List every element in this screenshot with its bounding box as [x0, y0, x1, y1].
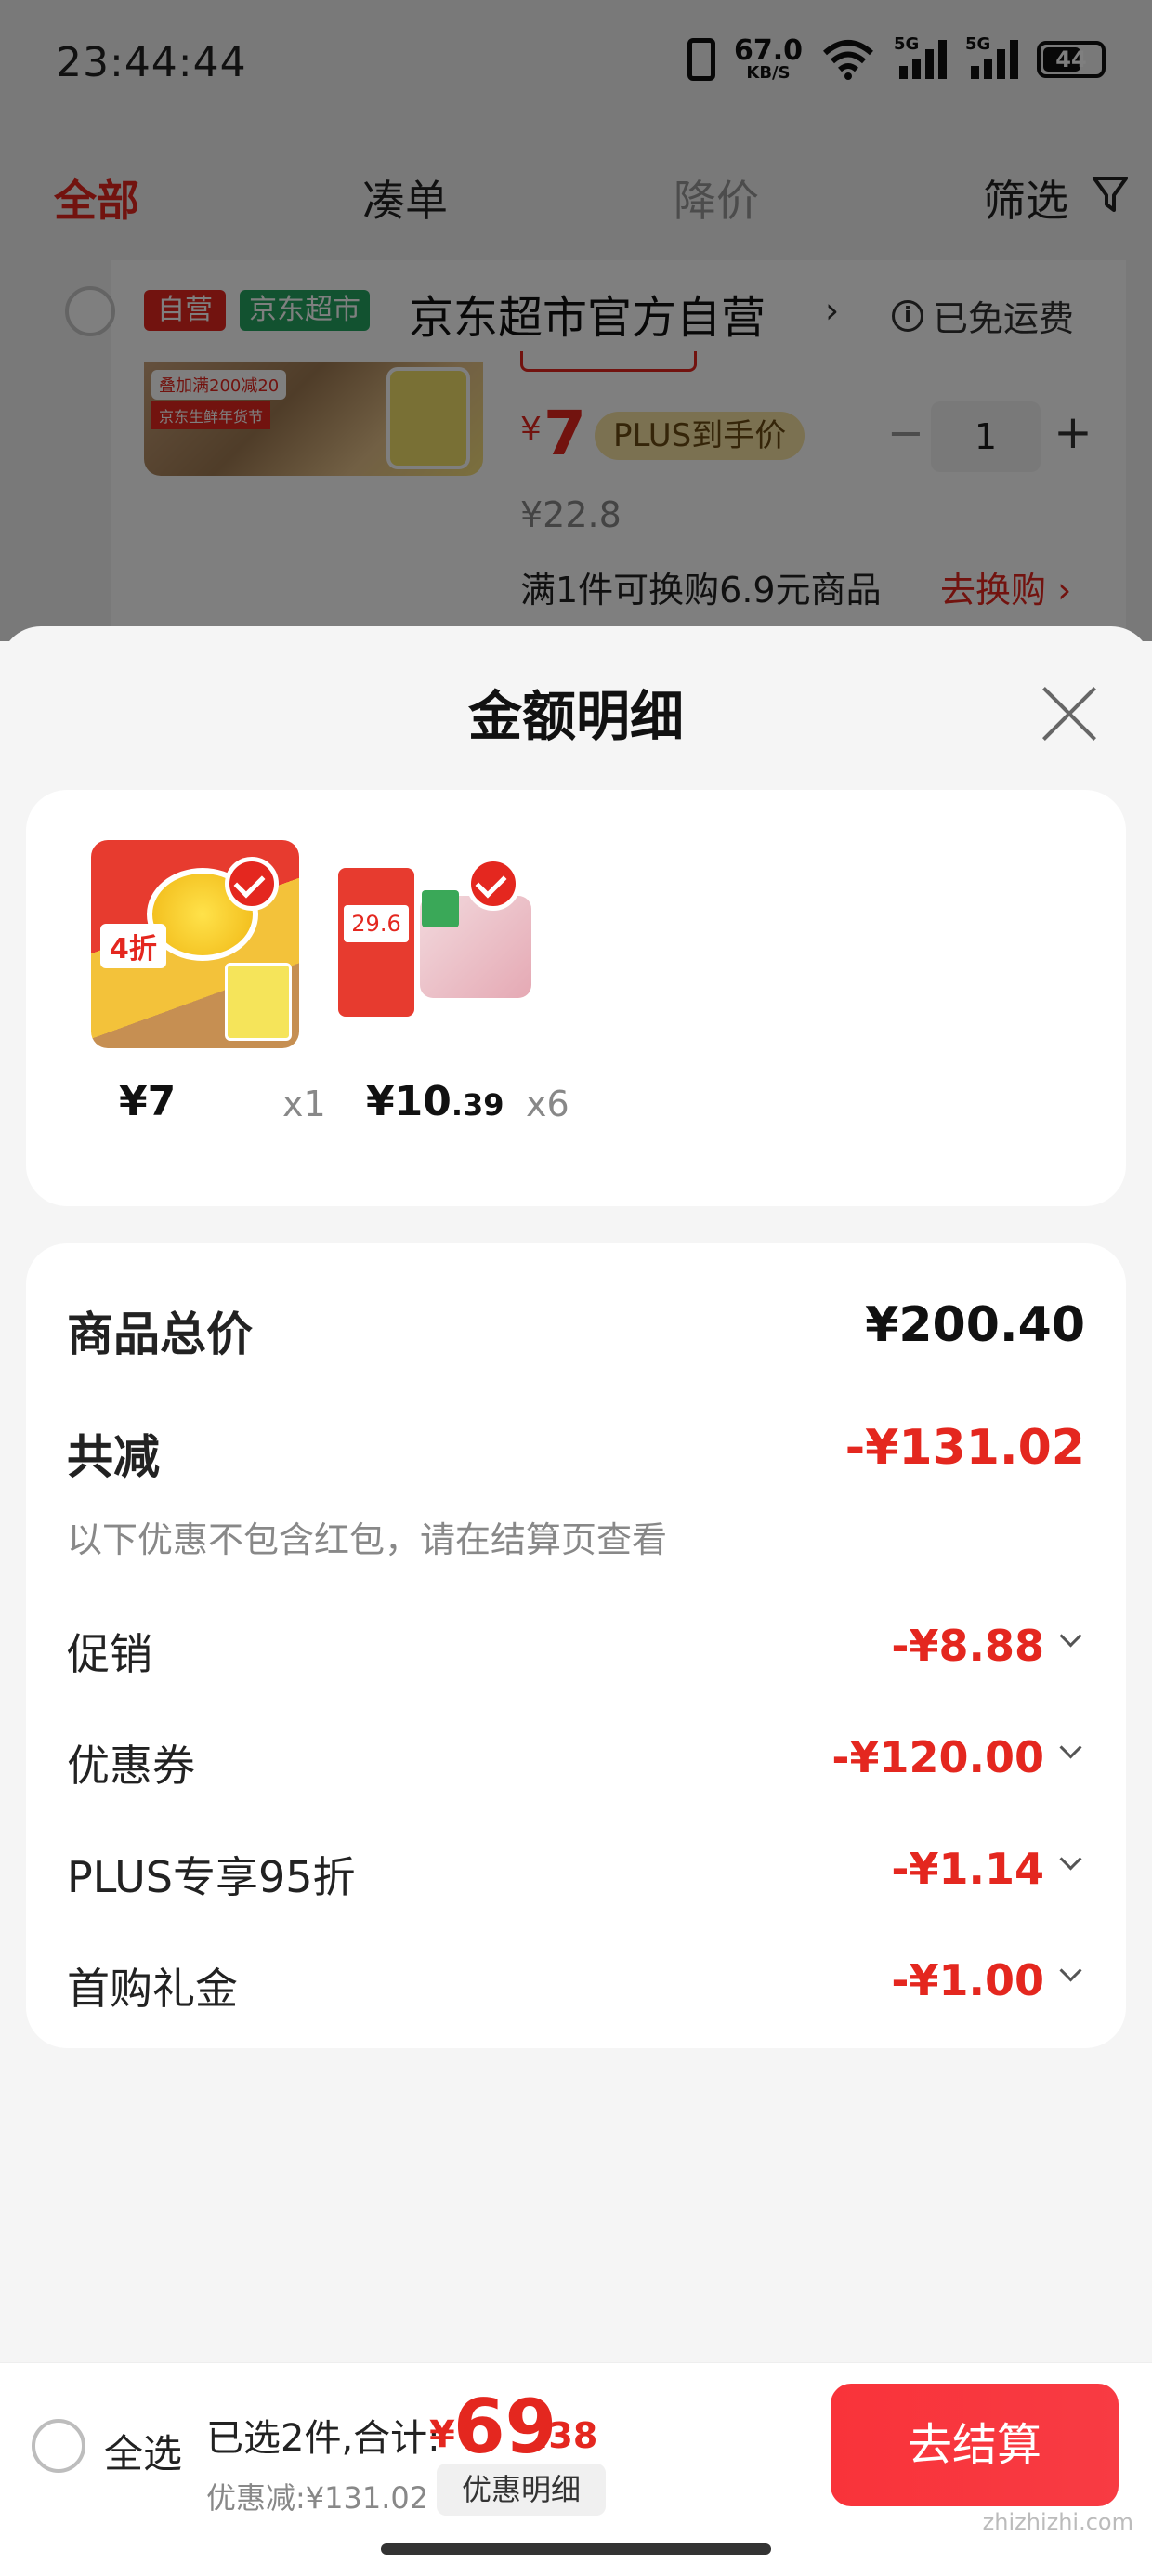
discount-note: 以下优惠不包含红包，请在结算页查看 [67, 1519, 668, 1560]
chevron-down-icon[interactable] [1057, 1968, 1085, 1987]
total-reduction-row: 共减 -¥131.02 [67, 1420, 1085, 1485]
plus-discount-row[interactable]: PLUS专享95折 -¥1.14 [67, 1844, 1085, 1909]
close-icon[interactable] [1039, 684, 1100, 745]
line-label: 促销 [67, 1629, 152, 1679]
first-purchase-row[interactable]: 首购礼金 -¥1.00 [67, 1955, 1085, 2020]
subtotal-value: ¥200.40 [865, 1297, 1085, 1353]
subtotal-label: 商品总价 [67, 1308, 253, 1361]
line-label: PLUS专享95折 [67, 1852, 356, 1902]
promotion-row[interactable]: 促销 -¥8.88 [67, 1621, 1085, 1686]
checkmark-icon [225, 857, 279, 911]
selected-item[interactable]: 29.6 ¥10.39 x6 [333, 840, 569, 1125]
line-label: 优惠券 [67, 1741, 195, 1791]
discount-amount: 优惠减:¥131.02 [206, 2480, 429, 2516]
checkmark-icon [466, 857, 520, 911]
line-value: -¥1.00 [891, 1955, 1044, 2005]
checkout-button[interactable]: 去结算 [831, 2384, 1119, 2506]
item-price: ¥10.39 [366, 1078, 504, 1125]
overlay-mask[interactable] [0, 0, 1152, 641]
item-quantity: x6 [526, 1084, 569, 1124]
coupon-row[interactable]: 优惠券 -¥120.00 [67, 1732, 1085, 1797]
select-all-radio[interactable] [32, 2419, 85, 2473]
total-decimal: .38 [535, 2415, 598, 2456]
total-currency: ¥ [429, 2413, 455, 2456]
line-value: -¥1.14 [891, 1844, 1044, 1894]
selected-item[interactable]: 4折 ¥7 x1 [91, 840, 326, 1125]
subtotal-row: 商品总价 ¥200.40 [67, 1297, 1085, 1362]
select-all-label[interactable]: 全选 [104, 2423, 182, 2479]
chevron-down-icon[interactable] [1057, 1745, 1085, 1764]
watermark: zhizhizhi.com [982, 2509, 1133, 2535]
chevron-down-icon[interactable] [1057, 1857, 1085, 1875]
selected-count: 已选2件,合计: [206, 2417, 440, 2460]
total-reduction-label: 共减 [67, 1430, 160, 1484]
line-label: 首购礼金 [67, 1964, 238, 2014]
selected-items-card: 4折 ¥7 x1 29.6 ¥10.39 x6 [26, 790, 1126, 1206]
price-summary-card: 商品总价 ¥200.40 共减 -¥131.02 以下优惠不包含红包，请在结算页… [26, 1243, 1126, 2048]
chevron-down-icon[interactable] [1057, 1634, 1085, 1652]
line-value: -¥8.88 [891, 1621, 1044, 1671]
amount-detail-sheet: 金额明细 4折 ¥7 x1 29.6 ¥10.39 x6 商品总价 ¥200.4… [0, 626, 1152, 2576]
sheet-title: 金额明细 [467, 685, 684, 748]
home-indicator[interactable] [381, 2543, 771, 2555]
total-reduction-value: -¥131.02 [844, 1420, 1085, 1476]
item-quantity: x1 [282, 1084, 326, 1124]
checkout-bar: 全选 已选2件,合计: ¥ 69 .38 优惠减:¥131.02 优惠明细 去结… [0, 2362, 1152, 2576]
discount-detail-button[interactable]: 优惠明细 [437, 2464, 606, 2516]
item-price: ¥7 [119, 1078, 177, 1125]
line-value: -¥120.00 [831, 1732, 1044, 1782]
